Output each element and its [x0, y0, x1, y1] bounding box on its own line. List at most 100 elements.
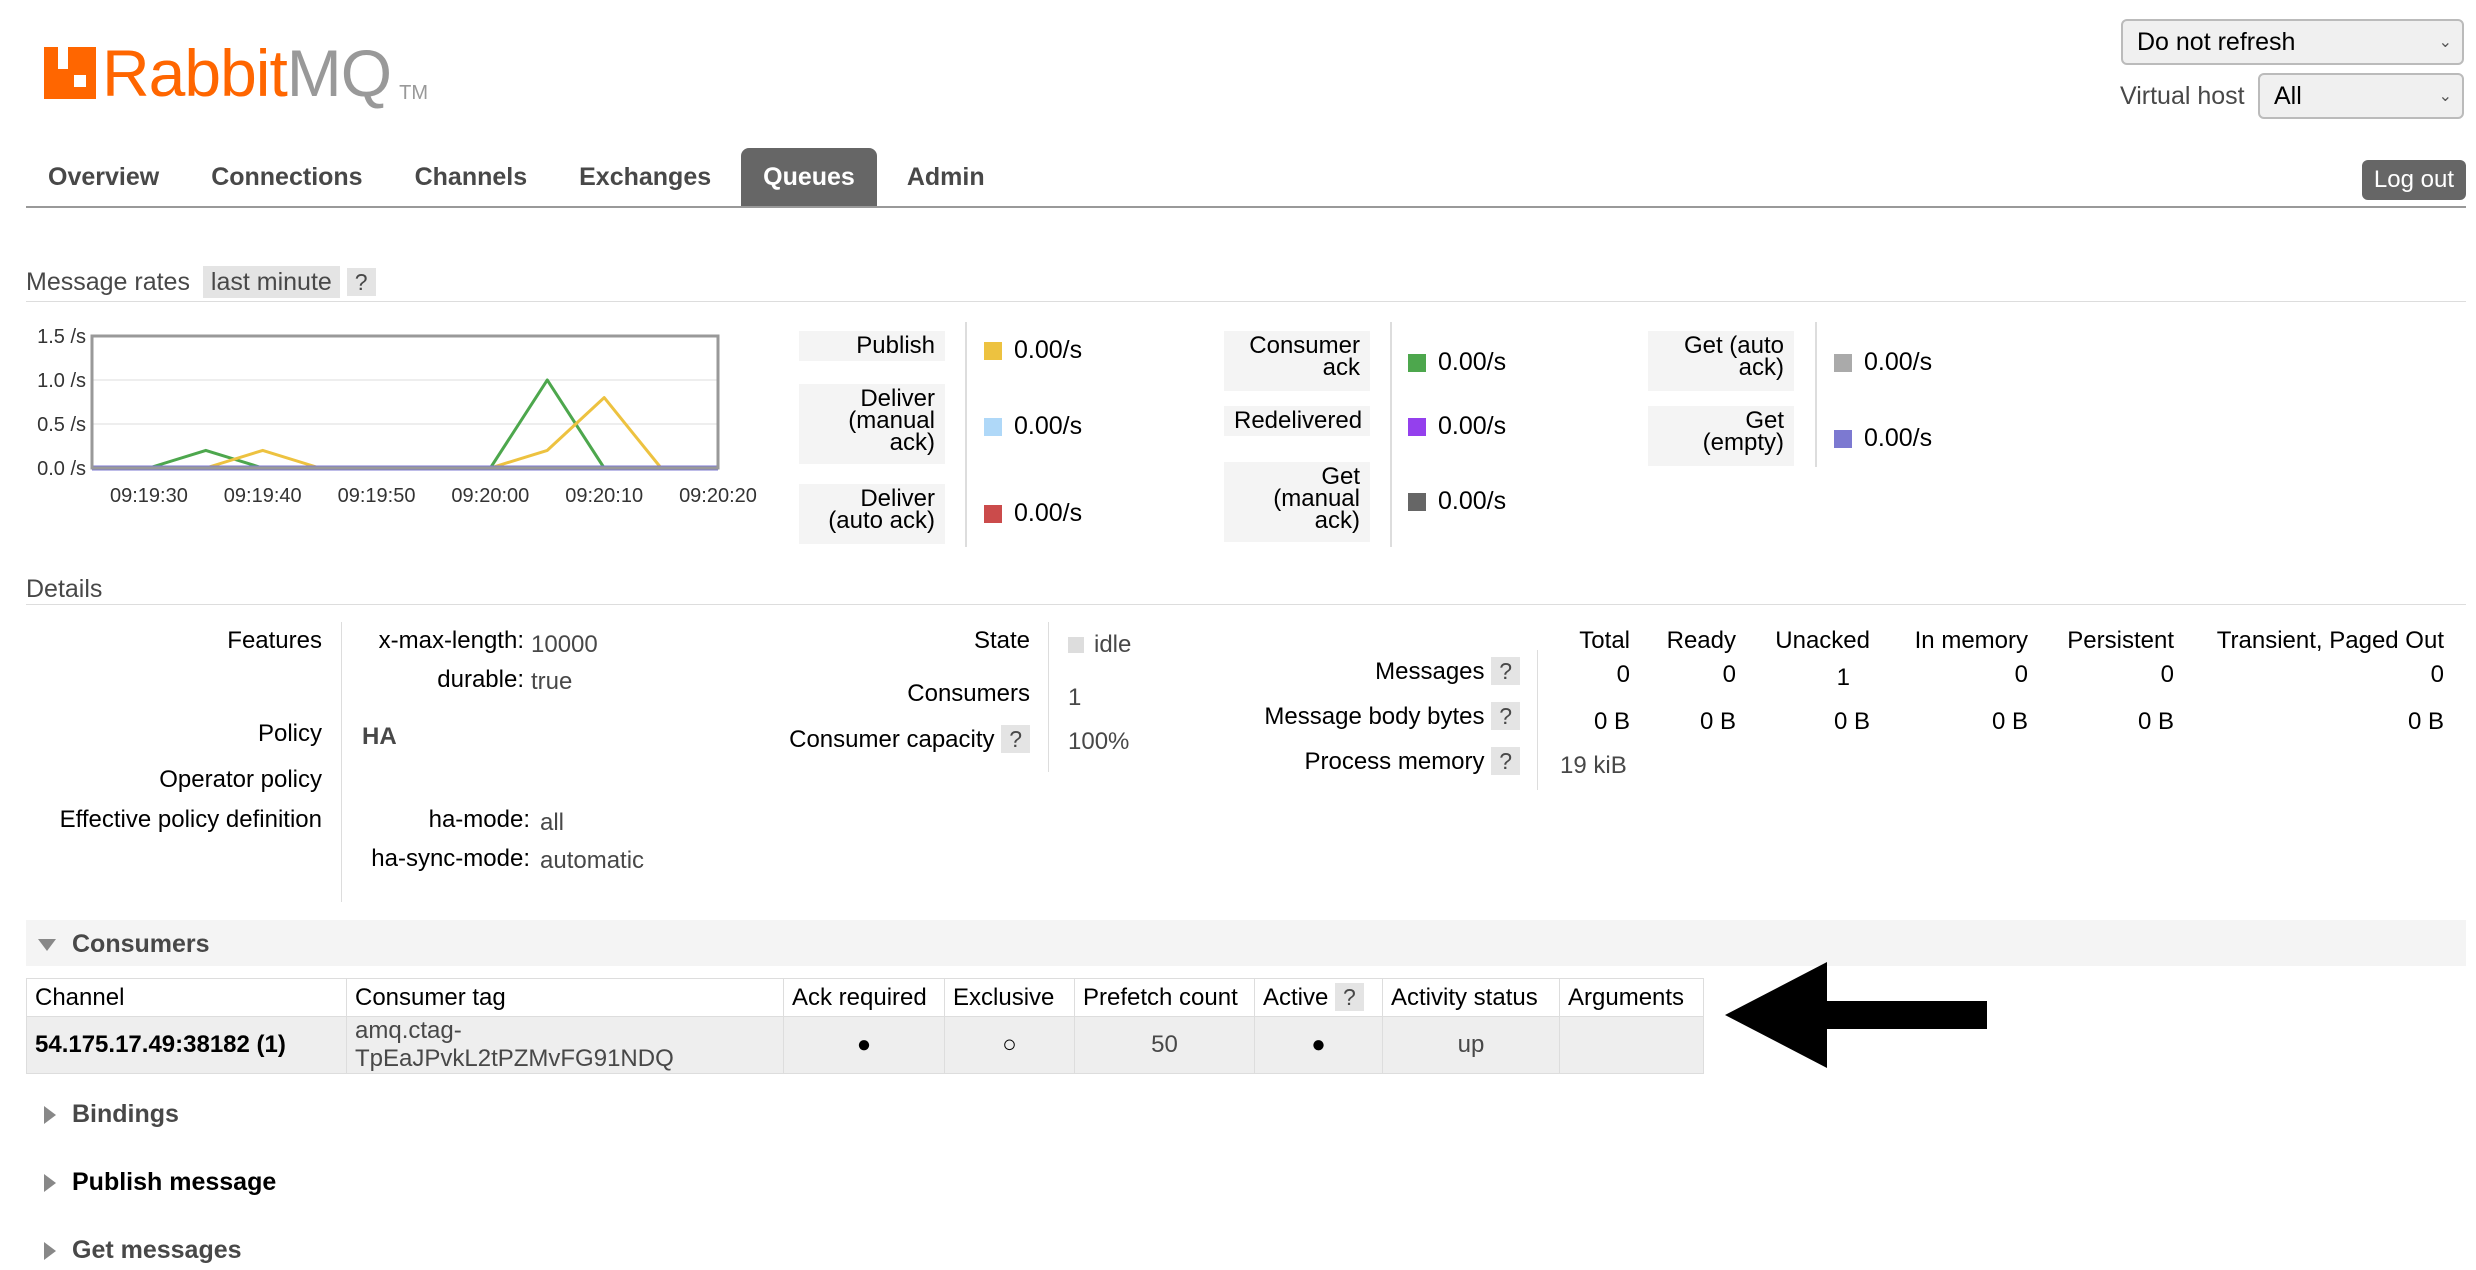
- vhost-select-value: All: [2274, 81, 2302, 110]
- operator-policy-label: Operator policy: [159, 766, 322, 793]
- tab-overview[interactable]: Overview: [26, 148, 181, 206]
- x-tick-label: 09:19:40: [224, 485, 302, 507]
- details-divider: [1537, 650, 1538, 790]
- x-tick-label: 09:19:50: [338, 485, 416, 507]
- policy-link[interactable]: HA: [362, 723, 397, 751]
- col-consumer-tag: Consumer tag: [346, 978, 784, 1017]
- legend-value-get-manual: 0.00/s: [1408, 487, 1506, 516]
- consumers-section-header[interactable]: [26, 920, 2466, 966]
- process-memory-text: Process memory: [1304, 748, 1485, 775]
- legend-value-deliver-manual: 0.00/s: [984, 412, 1082, 441]
- effective-policy-label: Effective policy definition: [59, 806, 322, 833]
- logo-trademark: TM: [399, 82, 428, 104]
- legend-swatch-deliver-manual: [984, 417, 1002, 436]
- y-tick-label: 0.5 /s: [37, 414, 86, 436]
- refresh-select[interactable]: Do not refresh ⌄: [2121, 19, 2464, 65]
- vhost-label: Virtual host: [2120, 82, 2245, 110]
- col-persistent: Persistent: [2067, 627, 2174, 654]
- legend-value-text: 0.00/s: [1014, 412, 1083, 440]
- legend-value-text: 0.00/s: [1864, 348, 1933, 376]
- tab-admin[interactable]: Admin: [885, 148, 1007, 206]
- bindings-title: Bindings: [72, 1100, 179, 1128]
- policy-label: Policy: [257, 720, 322, 747]
- help-button[interactable]: ?: [1335, 982, 1364, 1011]
- x-tick-label: 09:19:30: [110, 485, 188, 507]
- policy-value: automatic: [540, 847, 645, 874]
- x-tick-label: 09:20:10: [565, 485, 643, 507]
- chart-frame: [90, 334, 720, 470]
- legend-value-publish: 0.00/s: [984, 336, 1082, 365]
- consumer-tag: amq.ctag-TpEaJPvkL2tPZMvFG91NDQ: [346, 1016, 784, 1074]
- main-nav: Overview Connections Channels Exchanges …: [26, 148, 1015, 206]
- help-button[interactable]: ?: [1491, 702, 1520, 730]
- channel-link[interactable]: 54.175.17.49:38182 (1): [26, 1016, 347, 1074]
- col-ack-required: Ack required: [783, 978, 945, 1017]
- col-exclusive: Exclusive: [944, 978, 1075, 1017]
- tab-connections[interactable]: Connections: [189, 148, 384, 206]
- legend-label-consumer-ack: Consumer ack: [1224, 331, 1370, 391]
- consumers-value: 1: [1068, 684, 1082, 711]
- expand-icon: [44, 1173, 56, 1192]
- nav-divider: [26, 206, 2466, 208]
- table-row: 54.175.17.49:38182 (1) amq.ctag-TpEaJPvk…: [26, 1016, 1704, 1074]
- consumers-label: Consumers: [907, 680, 1030, 707]
- feature-value: true: [531, 668, 573, 695]
- legend-label-get-auto: Get (auto ack): [1648, 331, 1794, 391]
- vhost-select[interactable]: All ⌄: [2258, 73, 2464, 119]
- rabbitmq-logo-icon: [44, 47, 96, 99]
- legend-value-text: 0.00/s: [1014, 499, 1083, 527]
- consumer-capacity-value: 100%: [1068, 728, 1130, 755]
- details-divider: [341, 622, 342, 902]
- legend-value-consumer-ack: 0.00/s: [1408, 348, 1506, 377]
- legend-value-redelivered: 0.00/s: [1408, 412, 1506, 441]
- bytes-transient: 0 B: [2407, 708, 2444, 735]
- consumers-toggle[interactable]: Consumers: [38, 930, 210, 959]
- legend-swatch-get-manual: [1408, 492, 1426, 511]
- logout-button[interactable]: Log out: [2361, 160, 2466, 200]
- details-title: Details: [26, 575, 103, 603]
- legend-value-text: 0.00/s: [1014, 336, 1083, 364]
- publish-message-toggle[interactable]: Publish message: [44, 1168, 276, 1197]
- col-transient: Transient, Paged Out: [2216, 627, 2444, 654]
- get-messages-toggle[interactable]: Get messages: [44, 1236, 242, 1265]
- get-messages-title: Get messages: [72, 1236, 242, 1264]
- legend-value-get-empty: 0.00/s: [1834, 424, 1932, 453]
- legend-label-deliver-auto: Deliver (auto ack): [799, 484, 945, 544]
- col-arguments: Arguments: [1559, 978, 1704, 1017]
- legend-value-text: 0.00/s: [1438, 487, 1507, 515]
- tab-exchanges[interactable]: Exchanges: [557, 148, 733, 206]
- range-selector[interactable]: last minute: [202, 266, 340, 298]
- expand-icon: [44, 1105, 56, 1124]
- legend-divider: [1815, 322, 1817, 467]
- help-button[interactable]: ?: [1491, 657, 1520, 685]
- rabbitmq-logo[interactable]: RabbitMQ TM: [44, 36, 428, 110]
- tab-channels[interactable]: Channels: [393, 148, 550, 206]
- tab-queues[interactable]: Queues: [741, 148, 877, 206]
- messages-in-memory: 0: [2014, 661, 2028, 688]
- col-total: Total: [1579, 627, 1630, 654]
- process-memory-value: 19 kiB: [1560, 752, 1627, 779]
- col-prefetch: Prefetch count: [1074, 978, 1255, 1017]
- messages-text: Messages: [1375, 658, 1485, 685]
- help-button[interactable]: ?: [346, 268, 376, 296]
- prefetch-value: 50: [1074, 1016, 1255, 1074]
- consumer-capacity-label: Consumer capacity ?: [700, 725, 1030, 754]
- help-button[interactable]: ?: [1001, 725, 1030, 753]
- y-tick-label: 1.0 /s: [37, 370, 86, 392]
- bindings-toggle[interactable]: Bindings: [44, 1100, 179, 1129]
- bytes-ready: 0 B: [1699, 708, 1736, 735]
- activity-status-value: up: [1382, 1016, 1560, 1074]
- message-rates-title: Message rates: [26, 268, 190, 296]
- collapse-icon: [38, 938, 56, 951]
- legend-label-deliver-manual: Deliver (manual ack): [799, 384, 945, 464]
- legend-label-get-manual: Get (manual ack): [1224, 462, 1370, 542]
- policy-value: all: [540, 809, 565, 836]
- legend-label-publish: Publish: [799, 331, 945, 361]
- idle-status-icon: [1068, 637, 1084, 653]
- help-button[interactable]: ?: [1491, 747, 1520, 775]
- logo-wordmark: RabbitMQ: [102, 36, 392, 110]
- process-memory-label: Process memory ?: [1200, 747, 1520, 776]
- features-label: Features: [227, 627, 322, 654]
- consumer-capacity-text: Consumer capacity: [789, 726, 995, 753]
- legend-value-get-auto: 0.00/s: [1834, 348, 1932, 377]
